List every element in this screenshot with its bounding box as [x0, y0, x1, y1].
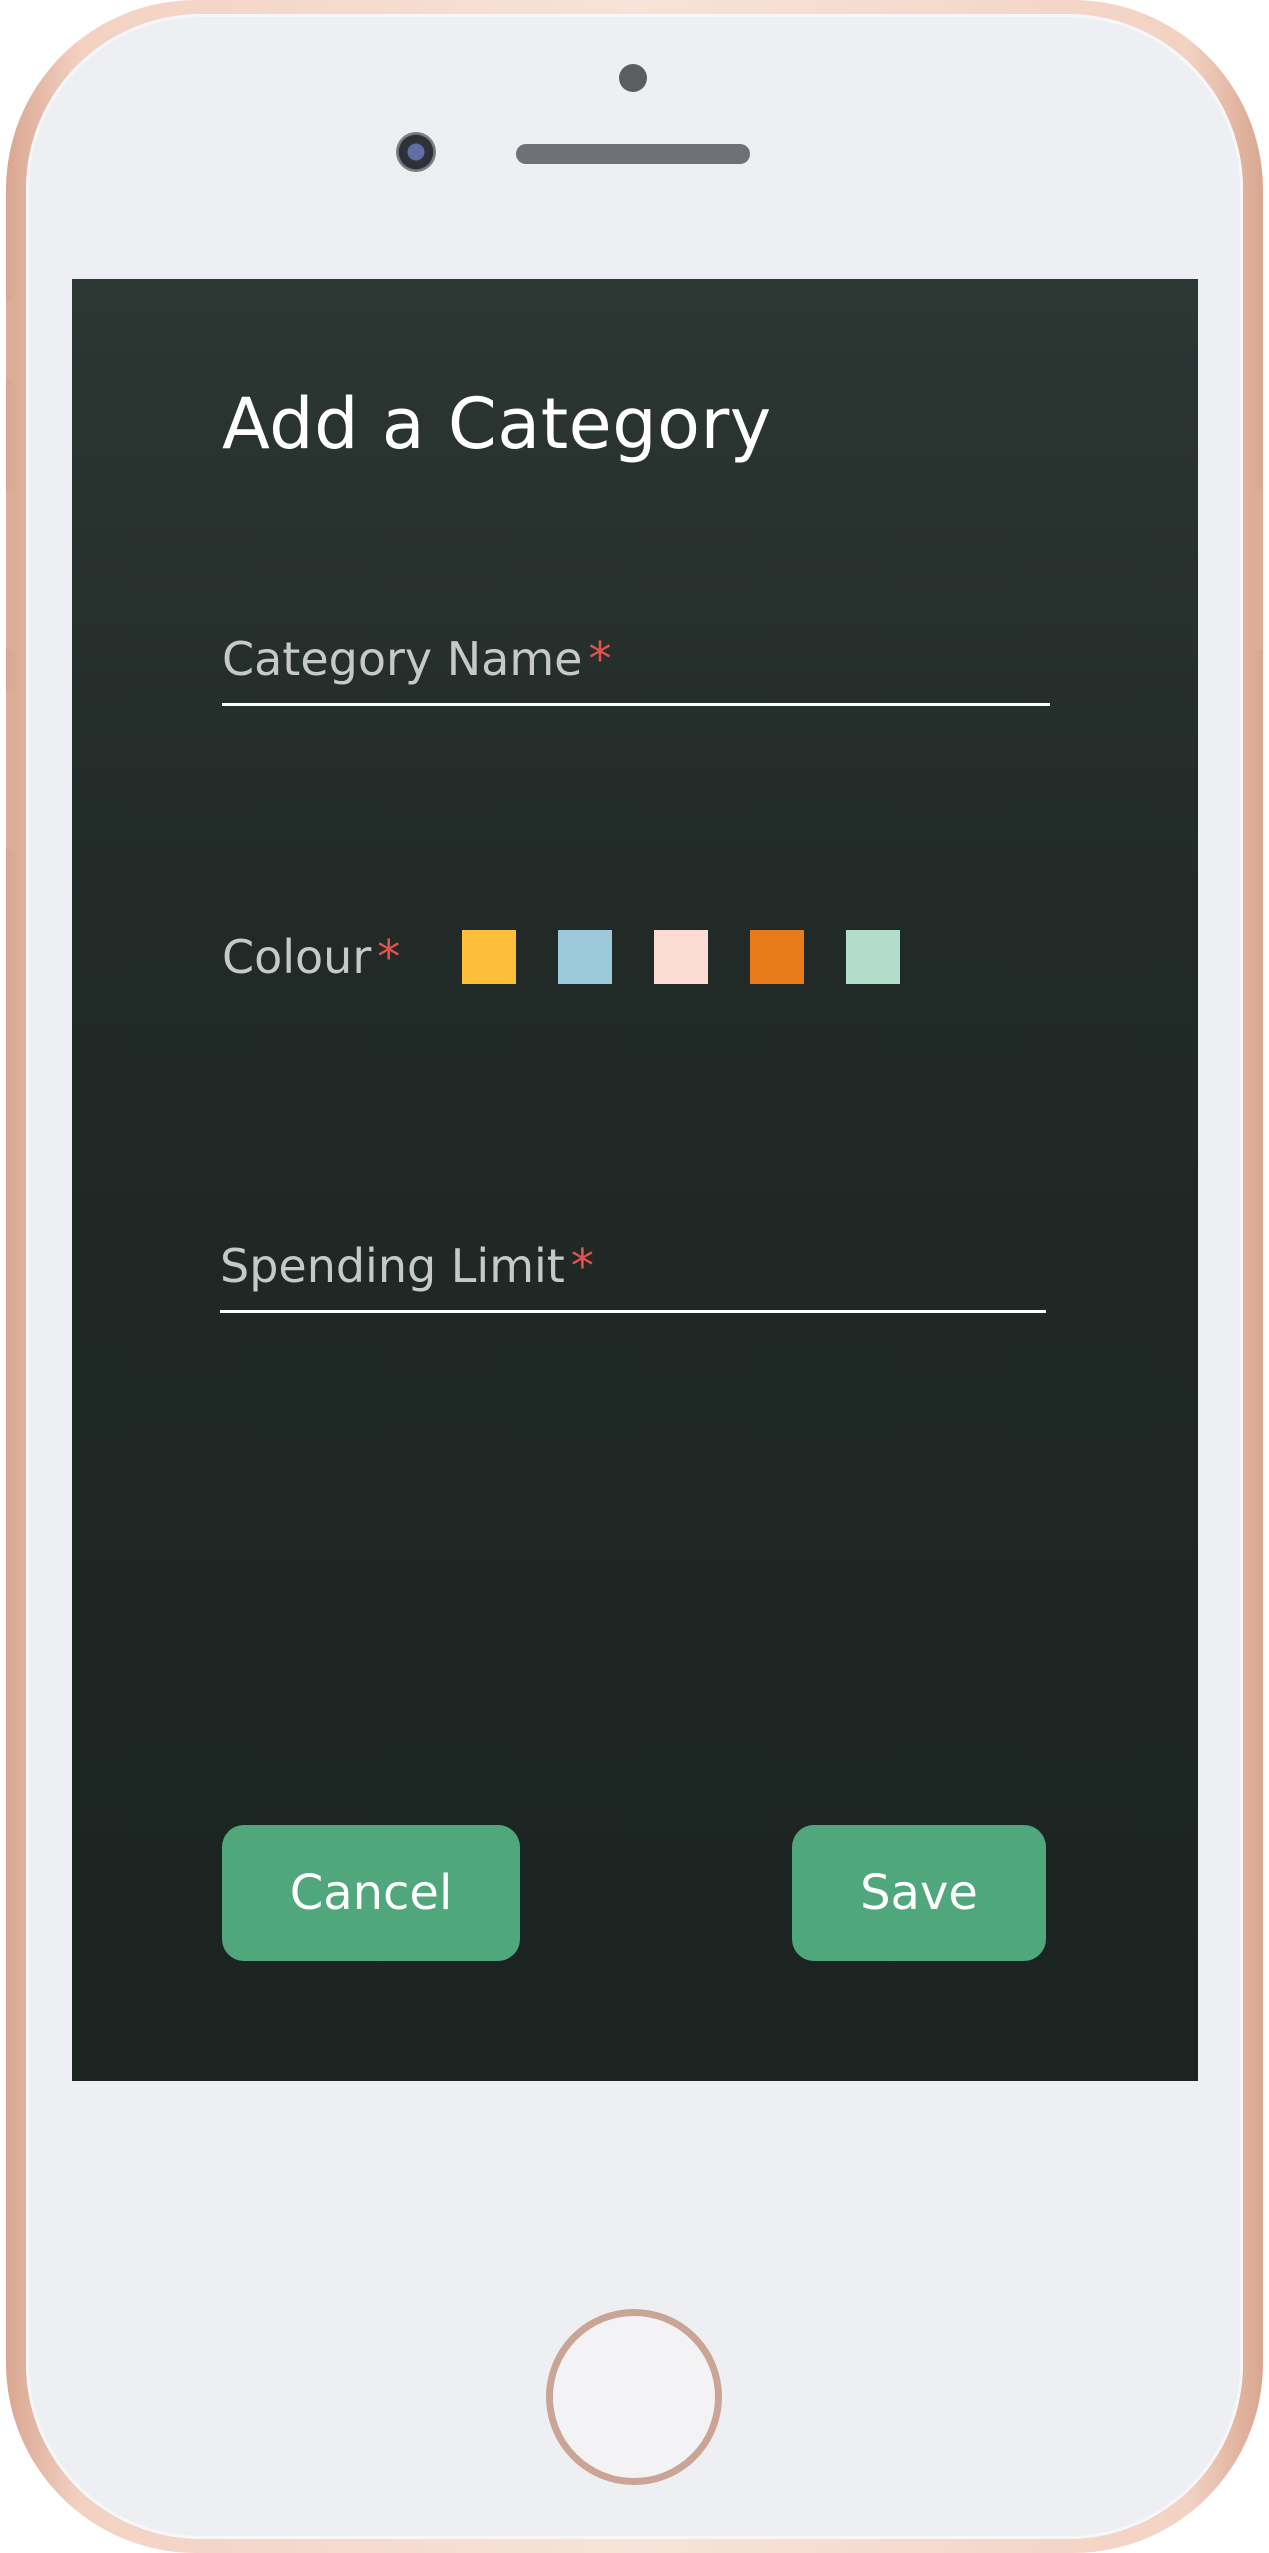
colour-swatch-light-blue[interactable] [558, 930, 612, 984]
power-button [1253, 490, 1263, 650]
category-name-input[interactable] [222, 624, 1050, 703]
home-button[interactable] [546, 2309, 722, 2485]
front-camera [396, 132, 436, 172]
colour-label: Colour [222, 930, 372, 984]
save-button[interactable]: Save [792, 1825, 1046, 1961]
colour-swatch-yellow[interactable] [462, 930, 516, 984]
earpiece-speaker [516, 144, 750, 164]
spending-limit-input[interactable] [220, 1231, 1046, 1310]
colour-swatch-pink[interactable] [654, 930, 708, 984]
proximity-sensor [619, 64, 647, 92]
required-asterisk: * [377, 930, 401, 984]
volume-up-button [6, 490, 16, 650]
page-title: Add a Category [222, 383, 772, 465]
colour-swatch-orange[interactable] [750, 930, 804, 984]
app-screen: Add a Category Category Name * Colour * Sp… [72, 279, 1198, 2081]
cancel-button[interactable]: Cancel [222, 1825, 520, 1961]
mute-switch [6, 300, 16, 380]
colour-swatch-mint[interactable] [846, 930, 900, 984]
category-name-field[interactable]: Category Name * [222, 624, 1050, 706]
colour-label-group: Colour * [222, 927, 400, 987]
spending-limit-field[interactable]: Spending Limit * [220, 1231, 1046, 1313]
volume-down-button [6, 690, 16, 850]
